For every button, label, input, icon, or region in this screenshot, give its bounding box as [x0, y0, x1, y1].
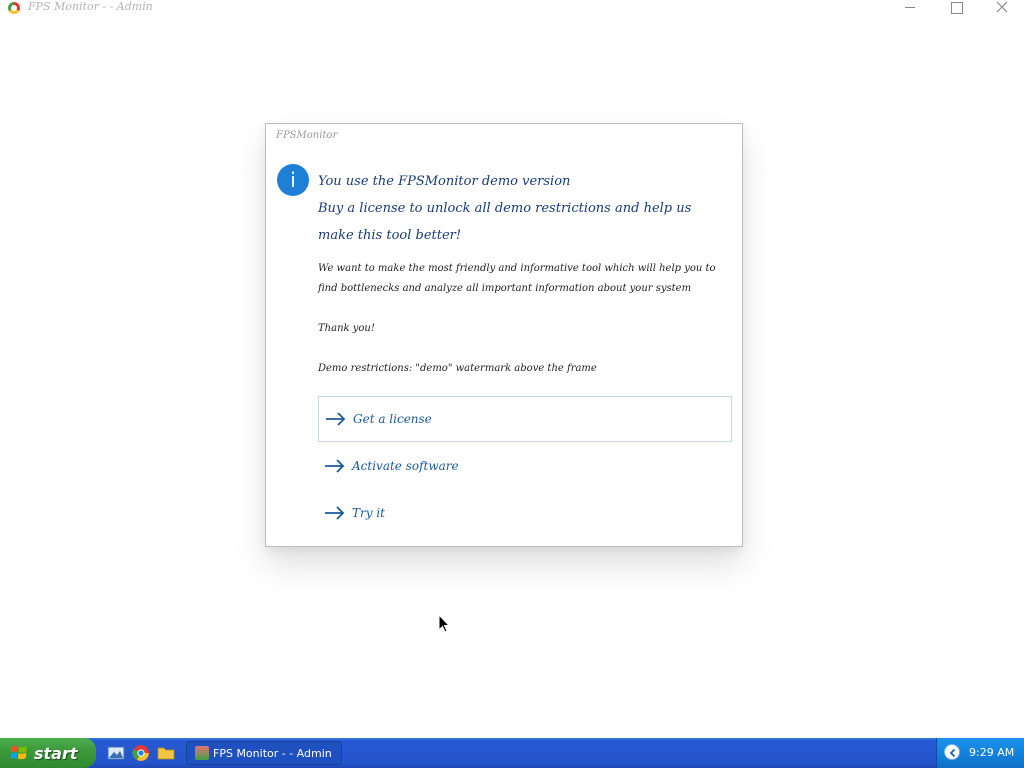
image-viewer-icon[interactable] — [107, 744, 125, 762]
dialog-thanks: Thank you! — [318, 323, 375, 334]
fps-monitor-icon — [195, 746, 209, 760]
clock[interactable]: 9:29 AM — [969, 746, 1014, 759]
window-title: FPS Monitor - - Admin — [28, 0, 153, 13]
heading-line-1: You use the FPSMonitor demo version — [318, 174, 571, 189]
start-label: start — [34, 743, 78, 763]
start-button[interactable]: start — [0, 738, 96, 768]
close-button[interactable] — [979, 0, 1024, 16]
minimize-button[interactable] — [887, 0, 933, 16]
app-icon — [8, 2, 20, 14]
demo-dialog: FPSMonitor i You use the FPSMonitor demo… — [265, 123, 743, 547]
heading-line-2: Buy a license to unlock all demo restric… — [318, 201, 692, 216]
close-icon — [996, 1, 1008, 13]
activate-software-link[interactable]: Activate software — [318, 443, 732, 489]
folder-icon[interactable] — [157, 744, 175, 762]
mouse-cursor-icon — [438, 614, 450, 633]
dialog-restrictions: Demo restrictions: "demo" watermark abov… — [318, 363, 597, 374]
dialog-description: We want to make the most friendly and in… — [318, 263, 716, 294]
info-icon: i — [277, 164, 309, 196]
arrow-right-icon — [326, 412, 346, 426]
arrow-right-icon — [325, 459, 345, 473]
taskbar-item-fps-monitor[interactable]: FPS Monitor - - Admin — [186, 741, 342, 765]
maximize-button[interactable] — [933, 0, 979, 16]
show-hidden-icons-button[interactable] — [944, 744, 960, 760]
chrome-icon[interactable] — [132, 744, 150, 762]
taskbar: start FPS Monitor - - Admin 9:29 AM — [0, 738, 1024, 768]
get-license-link[interactable]: Get a license — [318, 396, 732, 442]
dialog-heading: You use the FPSMonitor demo version Buy … — [318, 168, 728, 249]
dialog-caption: FPSMonitor — [276, 130, 338, 141]
system-tray: 9:29 AM — [936, 738, 1024, 768]
try-it-link[interactable]: Try it — [318, 490, 732, 536]
windows-logo-icon — [10, 745, 27, 760]
arrow-right-icon — [325, 506, 345, 520]
try-it-label: Try it — [352, 506, 385, 520]
heading-line-3: make this tool better! — [318, 228, 462, 243]
taskbar-item-label: FPS Monitor - - Admin — [213, 746, 332, 760]
activate-software-label: Activate software — [352, 459, 459, 473]
window-titlebar: FPS Monitor - - Admin — [0, 0, 1024, 16]
chevron-left-icon — [949, 748, 956, 758]
get-license-label: Get a license — [353, 412, 432, 426]
